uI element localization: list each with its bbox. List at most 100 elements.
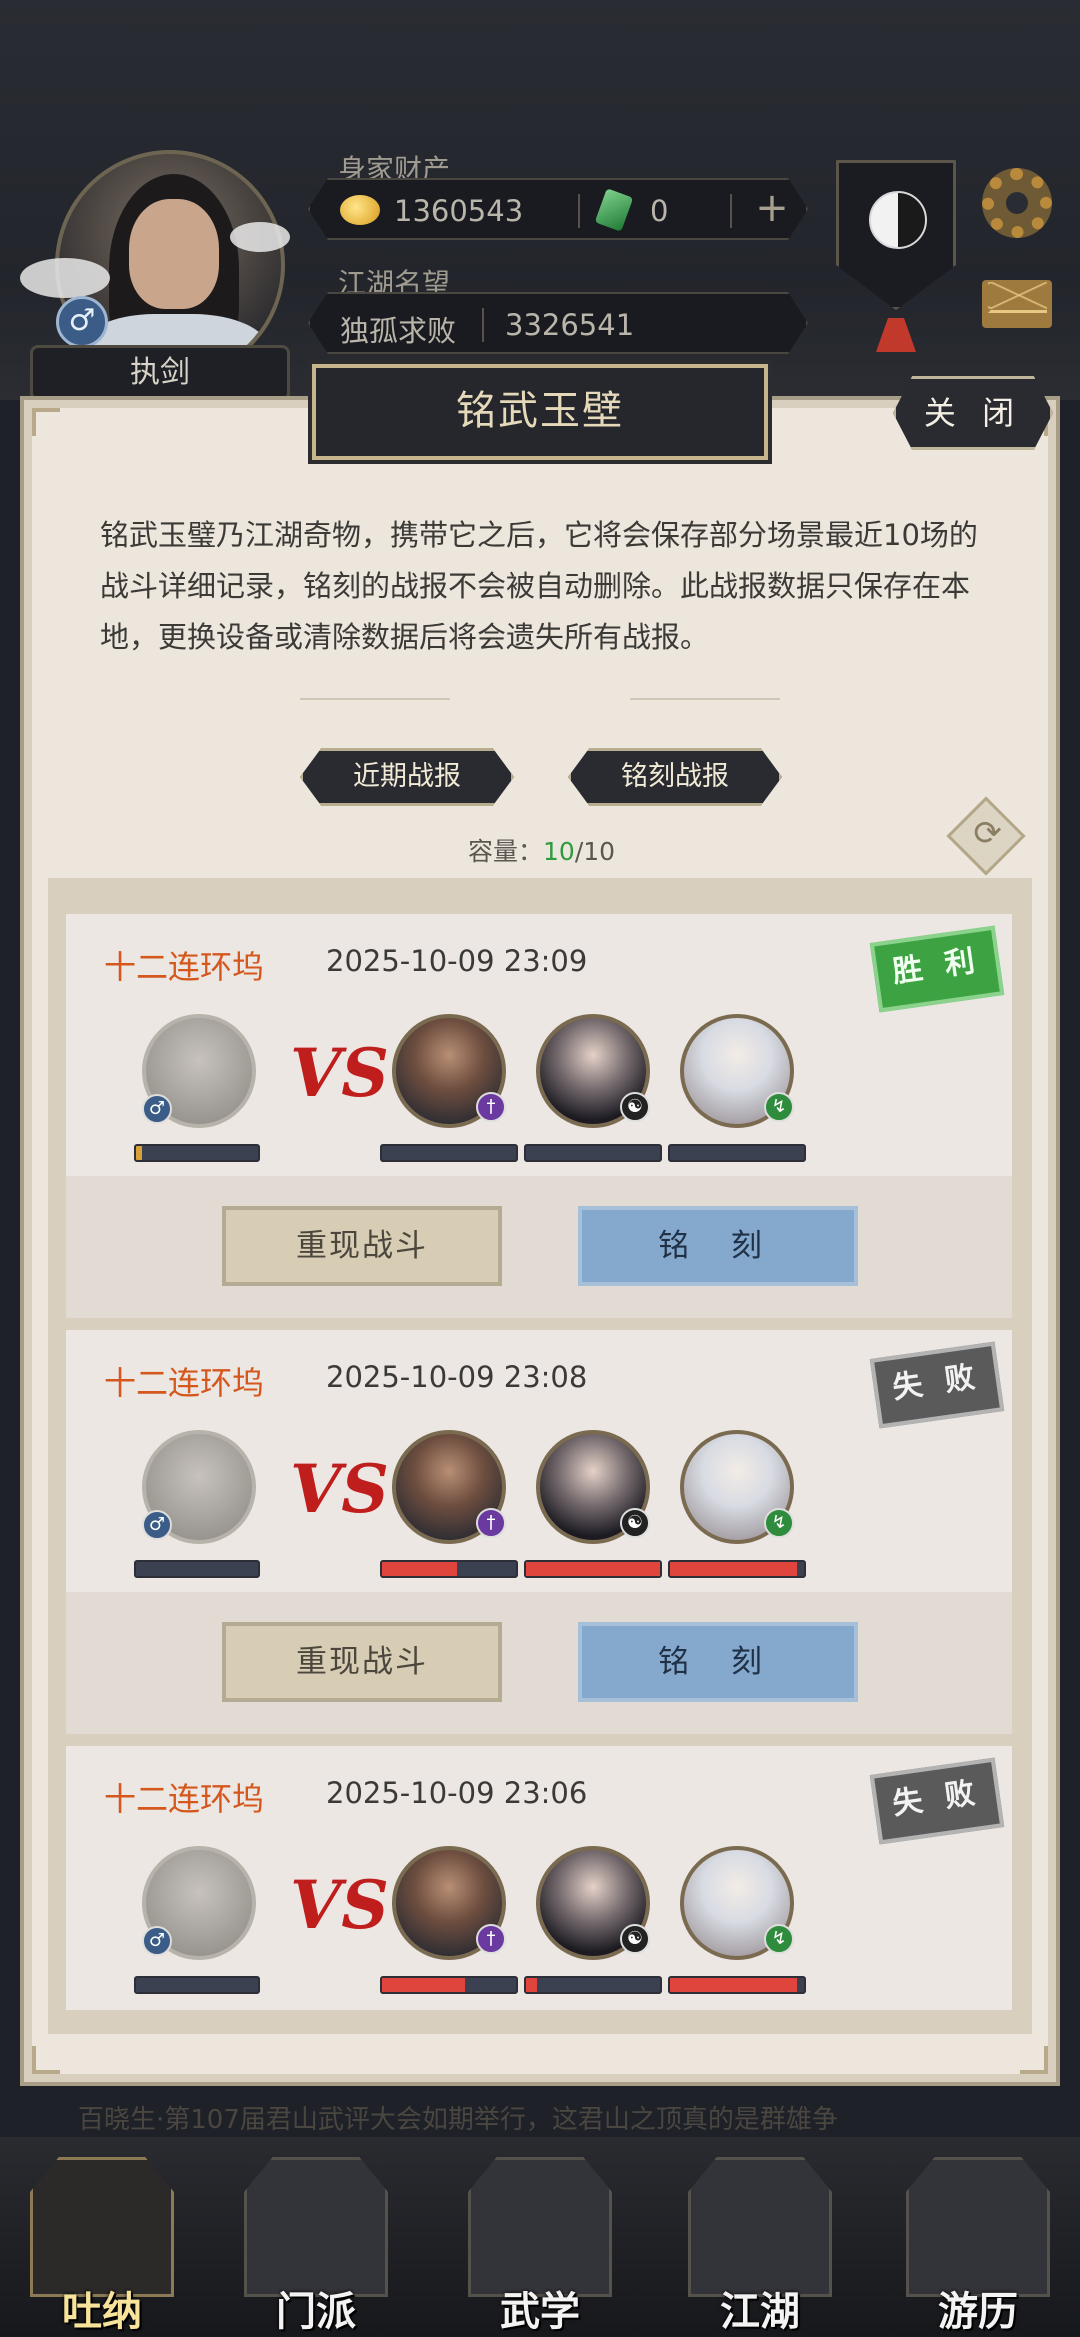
cloud-decoration bbox=[230, 222, 290, 252]
taiji-icon: ☯ bbox=[620, 1924, 650, 1954]
sect-banner-icon bbox=[244, 2157, 388, 2297]
hp-fill bbox=[526, 1978, 537, 1992]
enemy-hp-bar bbox=[668, 1560, 806, 1578]
enemy-hp-bar bbox=[380, 1144, 518, 1162]
settings-gear-icon[interactable] bbox=[982, 168, 1052, 238]
nav-label: 游历 bbox=[938, 2288, 1018, 2335]
result-stamp: 胜 利 bbox=[869, 925, 1005, 1013]
divider-ornament bbox=[630, 698, 780, 700]
battle-card: 十二连环坞 2025-10-09 23:09 胜 利 ♂ VS † ☯ ↯ 重现… bbox=[66, 914, 1012, 1318]
divider bbox=[730, 194, 732, 228]
battle-time: 2025-10-09 23:06 bbox=[326, 1776, 588, 1810]
nav-label: 吐纳 bbox=[62, 2288, 142, 2335]
battle-card-actions: 重现战斗 铭 刻 bbox=[66, 1176, 1012, 1318]
bamboo-hat-icon bbox=[688, 2157, 832, 2297]
faction-leaf-icon: ↯ bbox=[764, 1508, 794, 1538]
enemy-hp-bar bbox=[668, 1976, 806, 1994]
hp-fill bbox=[382, 1978, 466, 1992]
taiji-icon bbox=[869, 191, 927, 249]
hp-fill bbox=[670, 1562, 798, 1576]
fame-title: 独孤求败 bbox=[340, 314, 457, 348]
divider bbox=[578, 194, 580, 228]
enemy-hp-bar bbox=[380, 1560, 518, 1578]
fame-value: 3326541 bbox=[505, 308, 635, 342]
divider bbox=[482, 308, 484, 342]
versus-icon: VS bbox=[290, 1450, 389, 1528]
nav-breathing[interactable]: 吐纳 bbox=[12, 2137, 192, 2337]
battle-card-summary: 十二连环坞 2025-10-09 23:06 失 败 ♂ VS † ☯ ↯ bbox=[66, 1746, 1012, 2008]
battle-time: 2025-10-09 23:09 bbox=[326, 944, 588, 978]
news-ticker: 百晓生·第107届君山武评大会如期举行，这君山之顶真的是群雄争 bbox=[78, 2105, 838, 2135]
bottom-navigation: 吐纳 门派 武学 江湖 游历 bbox=[0, 2137, 1080, 2337]
capacity-label: 容量： bbox=[468, 837, 544, 866]
hp-fill bbox=[670, 1978, 798, 1992]
faction-sword-icon: † bbox=[476, 1092, 506, 1122]
avatar-face bbox=[129, 199, 219, 309]
nav-jianghu[interactable]: 江湖 bbox=[670, 2137, 850, 2337]
top-status-bar: ♂ 执剑 身家财产 1360543 0 + 江湖名望 独孤求败 3326541 bbox=[0, 0, 1080, 401]
nav-label: 江湖 bbox=[720, 2288, 800, 2335]
modal-title: 铭武玉壁 bbox=[312, 364, 768, 460]
horse-icon bbox=[906, 2157, 1050, 2297]
player-hp-bar bbox=[134, 1976, 260, 1994]
jade-icon bbox=[594, 188, 634, 232]
enemy-hp-bar bbox=[524, 1560, 662, 1578]
tassel-decoration bbox=[876, 318, 916, 352]
enemy-hp-bar bbox=[668, 1144, 806, 1162]
nav-label: 门派 bbox=[276, 2288, 356, 2335]
taiji-badge[interactable] bbox=[836, 160, 956, 310]
modal-description: 铭武玉璧乃江湖奇物，携带它之后，它将会保存部分场景最近10场的战斗详细记录，铭刻… bbox=[100, 518, 978, 654]
player-hp-bar bbox=[134, 1560, 260, 1578]
hp-fill bbox=[382, 1562, 458, 1576]
replay-battle-button[interactable]: 重现战斗 bbox=[222, 1206, 502, 1286]
battle-card-actions: 重现战斗 铭 刻 bbox=[66, 1592, 1012, 1734]
battle-location: 十二连环坞 bbox=[104, 1780, 265, 1818]
nav-travel[interactable]: 游历 bbox=[888, 2137, 1068, 2337]
corner-ornament bbox=[32, 408, 60, 436]
jade-amount: 0 bbox=[650, 194, 669, 228]
male-gender-icon: ♂ bbox=[142, 1510, 172, 1540]
battle-card: 十二连环坞 2025-10-09 23:08 失 败 ♂ VS † ☯ ↯ 重现… bbox=[66, 1330, 1012, 1734]
male-gender-icon: ♂ bbox=[142, 1094, 172, 1124]
battle-card-summary: 十二连环坞 2025-10-09 23:08 失 败 ♂ VS † ☯ ↯ bbox=[66, 1330, 1012, 1592]
faction-leaf-icon: ↯ bbox=[764, 1092, 794, 1122]
replay-battle-button[interactable]: 重现战斗 bbox=[222, 1622, 502, 1702]
battle-card-summary: 十二连环坞 2025-10-09 23:09 胜 利 ♂ VS † ☯ ↯ bbox=[66, 914, 1012, 1176]
hp-fill bbox=[136, 1146, 143, 1160]
role-label: 执剑 bbox=[30, 345, 290, 401]
coin-amount: 1360543 bbox=[394, 194, 524, 228]
tab-engraved-reports[interactable]: 铭刻战报 bbox=[568, 748, 782, 806]
engrave-button[interactable]: 铭 刻 bbox=[578, 1206, 858, 1286]
enemy-hp-bar bbox=[524, 1144, 662, 1162]
faction-sword-icon: † bbox=[476, 1508, 506, 1538]
nav-martial-arts[interactable]: 武学 bbox=[450, 2137, 630, 2337]
battle-location: 十二连环坞 bbox=[104, 1364, 265, 1402]
capacity-indicator: 容量：10/10 bbox=[468, 832, 615, 868]
hp-fill bbox=[526, 1562, 660, 1576]
capacity-used: 10 bbox=[543, 837, 575, 866]
fame-bar: 独孤求败 3326541 bbox=[308, 292, 808, 354]
result-stamp: 失 败 bbox=[869, 1341, 1005, 1429]
add-currency-icon[interactable]: + bbox=[750, 188, 794, 232]
divider-ornament bbox=[300, 698, 450, 700]
capacity-total: /10 bbox=[574, 837, 616, 866]
faction-sword-icon: † bbox=[476, 1924, 506, 1954]
corner-ornament bbox=[1020, 2046, 1048, 2074]
engrave-button[interactable]: 铭 刻 bbox=[578, 1622, 858, 1702]
male-gender-icon: ♂ bbox=[56, 296, 108, 348]
player-hp-bar bbox=[134, 1144, 260, 1162]
corner-ornament bbox=[32, 2046, 60, 2074]
battle-location: 十二连环坞 bbox=[104, 948, 265, 986]
close-button[interactable]: 关 闭 bbox=[893, 376, 1053, 450]
result-stamp: 失 败 bbox=[869, 1757, 1005, 1845]
nav-label: 武学 bbox=[500, 2288, 580, 2335]
taiji-icon: ☯ bbox=[620, 1508, 650, 1538]
faction-leaf-icon: ↯ bbox=[764, 1924, 794, 1954]
nav-sect[interactable]: 门派 bbox=[226, 2137, 406, 2337]
wealth-bar: 1360543 0 + bbox=[308, 178, 808, 240]
enemy-hp-bar bbox=[524, 1976, 662, 1994]
tab-recent-reports[interactable]: 近期战报 bbox=[300, 748, 514, 806]
versus-icon: VS bbox=[290, 1866, 389, 1944]
male-gender-icon: ♂ bbox=[142, 1926, 172, 1956]
mail-icon[interactable] bbox=[982, 280, 1052, 328]
